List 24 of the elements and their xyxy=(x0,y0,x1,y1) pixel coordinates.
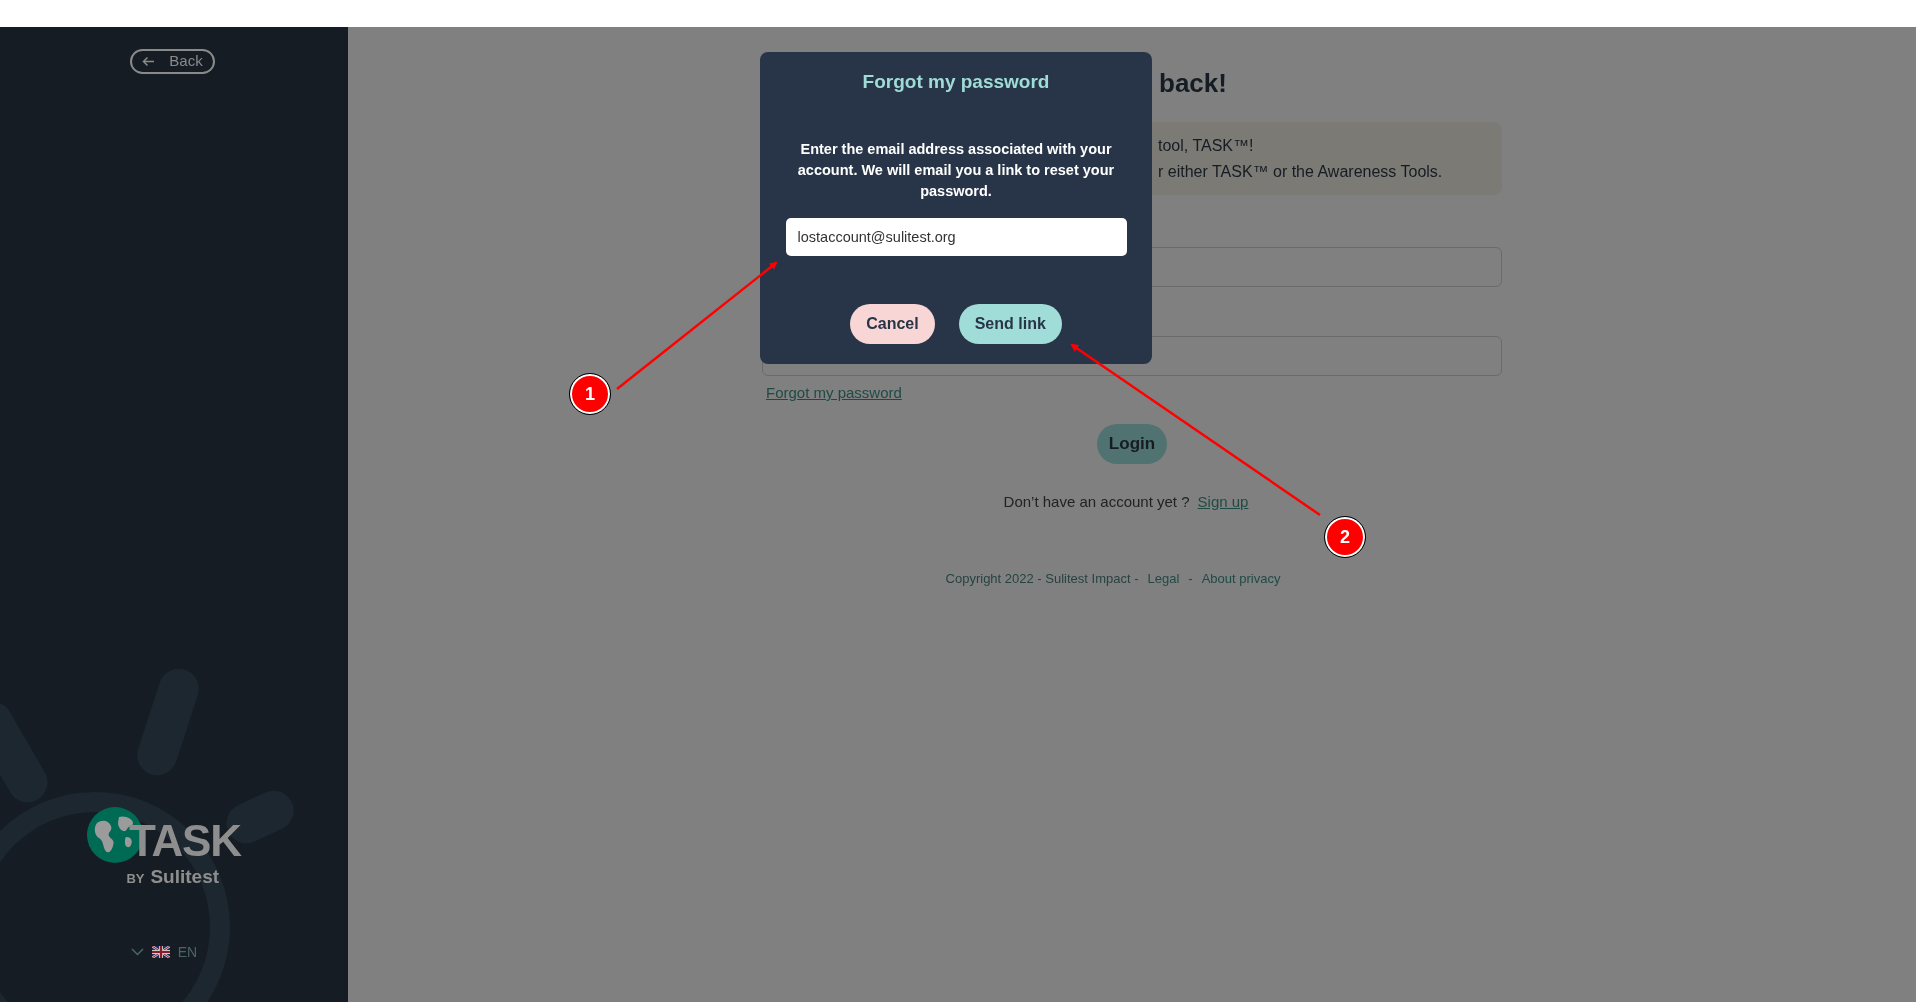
dialog-title: Forgot my password xyxy=(862,70,1050,94)
arrow-left-icon xyxy=(142,56,156,67)
footer-text: - xyxy=(1188,570,1193,588)
footer-link[interactable]: About privacy xyxy=(1201,569,1281,589)
chevron-down-icon xyxy=(130,948,144,956)
notice-text: r either TASK™ or the Awareness Tools. xyxy=(1158,161,1444,182)
notice-text: tool, TASK™! xyxy=(1158,135,1255,156)
signup-link[interactable]: Sign up xyxy=(1197,490,1249,513)
page-heading: back! xyxy=(1159,68,1227,98)
flag-icon xyxy=(151,946,170,958)
footer-link[interactable]: Legal xyxy=(1147,569,1180,589)
logo-byline: Sulitest xyxy=(150,865,220,889)
signup-prompt: Don’t have an account yet ? xyxy=(1003,491,1190,512)
dialog-message: Enter the email address associated with your account. We will email you a link to reset your password. xyxy=(796,139,1116,201)
footer-text: Copyright 2022 - Sulitest Impact - xyxy=(945,570,1139,588)
cancel-button[interactable]: Cancel xyxy=(850,303,935,344)
language-label: EN xyxy=(177,942,198,962)
forgot-password-link[interactable]: Forgot my password xyxy=(766,382,902,405)
logo-byline-prefix: BY xyxy=(126,870,145,888)
back-button[interactable]: Back xyxy=(130,49,215,74)
send-link-button[interactable]: Send link xyxy=(958,303,1062,344)
language-selector[interactable]: EN xyxy=(130,941,198,963)
email-input[interactable]: lostaccount@sulitest.org xyxy=(785,217,1127,256)
login-button[interactable]: Login xyxy=(1096,423,1168,464)
